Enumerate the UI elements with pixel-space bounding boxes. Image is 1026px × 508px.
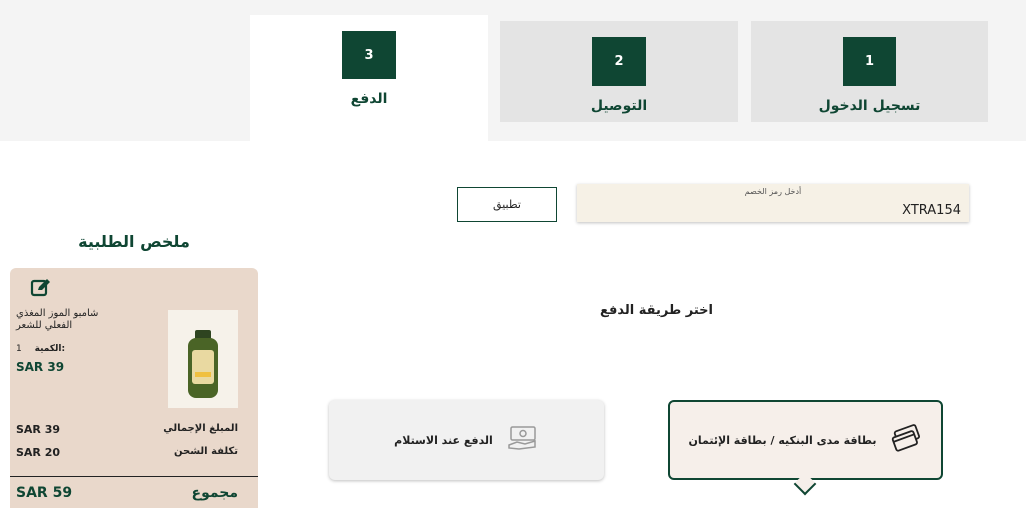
shipping-label: تكلفة الشحن	[174, 446, 238, 457]
promo-code-field[interactable]: أدخل رمز الخصم	[577, 184, 969, 222]
step-label: تسجيل الدخول	[818, 98, 921, 114]
credit-cards-icon	[891, 424, 923, 456]
product-quantity: 1 الكمية:	[16, 344, 65, 354]
subtotal-value: SAR 39	[16, 423, 61, 436]
step-number-badge: 3	[342, 31, 396, 79]
edit-icon[interactable]	[30, 276, 52, 298]
step-delivery[interactable]: 2 التوصيل	[500, 21, 738, 122]
payment-option-cod[interactable]: الدفع عند الاستلام	[329, 400, 604, 480]
promo-code-label: أدخل رمز الخصم	[744, 187, 802, 196]
step-label: التوصيل	[590, 98, 648, 114]
cash-icon	[507, 425, 539, 455]
payment-option-label: بطاقة مدى البنكيه / بطاقة الإئتمان	[688, 433, 877, 447]
order-summary-title: ملخص الطلبية	[78, 232, 190, 251]
shipping-value: SAR 20	[16, 446, 61, 459]
product-name[interactable]: شامبو الموز المغذي الفعلي للشعر	[16, 308, 116, 332]
quantity-value: 1	[16, 344, 22, 354]
apply-promo-button[interactable]: تطبيق	[457, 187, 557, 222]
subtotal-label: المبلغ الإجمالي	[163, 423, 238, 434]
total-label: مجموع	[191, 485, 238, 501]
step-login[interactable]: 1 تسجيل الدخول	[751, 21, 988, 122]
step-payment[interactable]: 3 الدفع	[250, 15, 488, 141]
divider	[10, 476, 258, 477]
promo-code-input[interactable]	[761, 203, 961, 218]
quantity-label: الكمية:	[34, 344, 66, 354]
step-number-badge: 1	[843, 37, 896, 86]
total-value: SAR 59	[16, 485, 73, 501]
order-summary-card: شامبو الموز المغذي الفعلي للشعر 1 الكمية…	[10, 268, 258, 508]
payment-method-title: اختر طريقة الدفع	[600, 303, 713, 318]
step-label: الدفع	[350, 91, 388, 107]
payment-option-label: الدفع عند الاستلام	[394, 433, 493, 447]
payment-option-card[interactable]: بطاقة مدى البنكيه / بطاقة الإئتمان	[668, 400, 943, 480]
step-number-badge: 2	[592, 37, 646, 86]
product-price: SAR 39	[16, 360, 65, 374]
product-image	[168, 310, 238, 408]
